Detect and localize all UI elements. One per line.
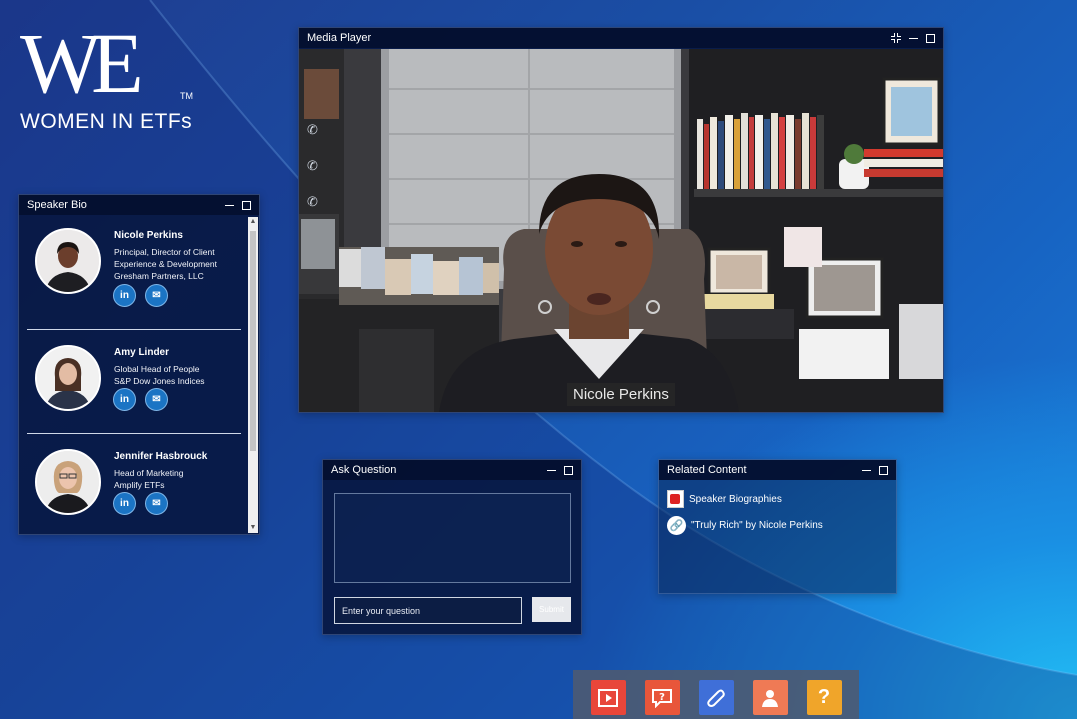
media-player-title: Media Player xyxy=(307,32,372,44)
logo-mark: WE xyxy=(20,15,144,111)
speaker-company: S&P Dow Jones Indices xyxy=(114,376,205,386)
speaker-card: Amy Linder Global Head of People S&P Dow… xyxy=(19,333,248,437)
ask-question-header[interactable]: Ask Question xyxy=(323,460,581,480)
question-input[interactable] xyxy=(334,597,522,624)
speaker-name: Amy Linder xyxy=(114,347,170,358)
ask-question-dock-button[interactable]: ? xyxy=(644,680,680,715)
ask-question-panel: Ask Question Submit xyxy=(322,459,582,635)
linkedin-icon: in xyxy=(120,394,129,405)
divider xyxy=(27,329,241,330)
speaker-name: Nicole Perkins xyxy=(114,230,183,241)
help-dock-button[interactable]: ? xyxy=(806,680,842,715)
video-name-caption: Nicole Perkins xyxy=(567,383,675,406)
speaker-card: Nicole Perkins Principal, Director of Cl… xyxy=(19,216,248,320)
women-in-etfs-logo: WE TM WOMEN IN ETFs xyxy=(20,15,193,134)
phone-icon[interactable]: ✆ xyxy=(307,123,318,137)
speaker-bio-panel: Speaker Bio Nicole Perkins Principal, Di… xyxy=(18,194,260,535)
play-icon xyxy=(598,688,618,707)
pdf-icon xyxy=(667,490,684,508)
related-content-header[interactable]: Related Content xyxy=(659,460,896,480)
avatar xyxy=(35,228,101,294)
related-content-panel: Related Content Speaker Biographies 🔗 "T… xyxy=(658,459,897,594)
speaker-bio-dock-button[interactable] xyxy=(752,680,788,715)
phone-icon[interactable]: ✆ xyxy=(307,159,318,173)
envelope-icon: ✉ xyxy=(152,498,161,509)
scroll-thumb[interactable] xyxy=(250,231,256,451)
minimize-icon[interactable] xyxy=(547,470,556,471)
linkedin-icon: in xyxy=(120,290,129,301)
email-button[interactable]: ✉ xyxy=(145,388,168,411)
scroll-down-arrow-icon[interactable]: ▼ xyxy=(248,523,258,533)
logo-tagline: WOMEN IN ETFs xyxy=(20,110,193,133)
media-player-header[interactable]: Media Player xyxy=(299,28,943,48)
related-content-title: Related Content xyxy=(667,464,747,476)
related-item-label: Speaker Biographies xyxy=(689,493,782,505)
video-scene xyxy=(299,49,943,412)
speaker-name: Jennifer Hasbrouck xyxy=(114,451,208,462)
speaker-title-line: Experience & Development xyxy=(114,259,218,269)
question-icon: ? xyxy=(817,686,831,708)
person-icon xyxy=(762,689,778,707)
related-item-speaker-biographies[interactable]: Speaker Biographies xyxy=(667,490,782,508)
scroll-up-arrow-icon[interactable]: ▲ xyxy=(248,217,258,227)
speaker-title-line: Head of Marketing xyxy=(114,468,184,478)
link-icon: 🔗 xyxy=(667,516,686,535)
speaker-title-line: Principal, Director of Client xyxy=(114,247,215,257)
ask-question-title: Ask Question xyxy=(331,464,397,476)
svg-text:?: ? xyxy=(659,692,665,703)
speaker-company: Amplify ETFs xyxy=(114,480,165,490)
related-content-dock-button[interactable] xyxy=(698,680,734,715)
paperclip-icon xyxy=(707,689,725,707)
minimize-icon[interactable] xyxy=(909,38,918,39)
video-frame[interactable]: ✆ ✆ ✆ Nicole Perkins xyxy=(299,49,943,412)
linkedin-button[interactable]: in xyxy=(113,388,136,411)
speaker-bio-title: Speaker Bio xyxy=(27,199,87,211)
maximize-icon[interactable] xyxy=(564,465,573,475)
speaker-card: Jennifer Hasbrouck Head of Marketing Amp… xyxy=(19,437,248,534)
avatar xyxy=(35,345,101,411)
linkedin-icon: in xyxy=(120,498,129,509)
maximize-icon[interactable] xyxy=(879,465,888,475)
speaker-title-line: Global Head of People xyxy=(114,364,200,374)
submit-button[interactable]: Submit xyxy=(532,597,571,622)
email-button[interactable]: ✉ xyxy=(145,284,168,307)
video-side-icons: ✆ ✆ ✆ xyxy=(307,123,318,209)
minimize-icon[interactable] xyxy=(225,205,234,206)
maximize-icon[interactable] xyxy=(926,33,935,43)
speaker-bio-header[interactable]: Speaker Bio xyxy=(19,195,259,215)
fullscreen-icon[interactable] xyxy=(891,33,901,43)
linkedin-button[interactable]: in xyxy=(113,284,136,307)
speaker-list: Nicole Perkins Principal, Director of Cl… xyxy=(19,216,248,534)
email-button[interactable]: ✉ xyxy=(145,492,168,515)
question-bubble-icon: ? xyxy=(652,688,672,708)
question-history-area xyxy=(334,493,571,583)
media-player-panel: Media Player ✆ ✆ ✆ Nicole Perkins xyxy=(298,27,944,413)
divider xyxy=(27,433,241,434)
bottom-dock: ? ? xyxy=(573,670,859,719)
maximize-icon[interactable] xyxy=(242,200,251,210)
linkedin-button[interactable]: in xyxy=(113,492,136,515)
minimize-icon[interactable] xyxy=(862,470,871,471)
avatar xyxy=(35,449,101,515)
envelope-icon: ✉ xyxy=(152,394,161,405)
envelope-icon: ✉ xyxy=(152,290,161,301)
speaker-company: Gresham Partners, LLC xyxy=(114,271,204,281)
media-player-dock-button[interactable] xyxy=(590,680,626,715)
trademark-symbol: TM xyxy=(180,91,193,101)
related-item-label: "Truly Rich" by Nicole Perkins xyxy=(691,520,823,531)
phone-icon[interactable]: ✆ xyxy=(307,195,318,209)
speaker-list-scrollbar[interactable]: ▲ ▼ xyxy=(248,217,258,533)
related-item-truly-rich[interactable]: 🔗 "Truly Rich" by Nicole Perkins xyxy=(667,516,823,535)
